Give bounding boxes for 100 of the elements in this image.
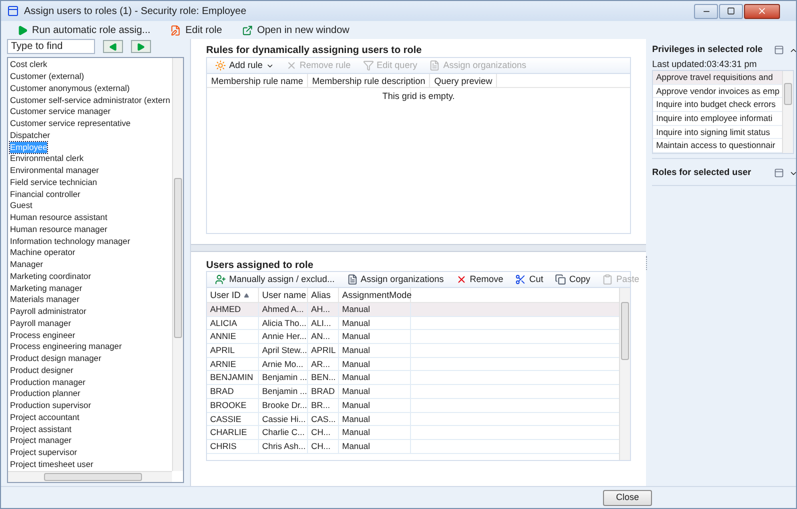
role-list-item[interactable]: Payroll administrator <box>10 306 86 318</box>
table-cell: Alicia Tho... <box>259 316 308 330</box>
role-list-item[interactable]: Marketing coordinator <box>10 270 91 282</box>
toolbar-button[interactable]: Manually assign / exclud... <box>215 272 335 286</box>
column-header[interactable]: Query preview <box>430 74 498 87</box>
toolbar-button[interactable]: Cut <box>515 272 544 286</box>
grid-row[interactable]: BROOKE Brooke Dr... BR... Manual <box>207 398 620 412</box>
toolbar-button[interactable]: Remove <box>456 272 504 286</box>
privilege-list-item[interactable]: Maintain access to questionnair <box>653 139 782 153</box>
table-cell: CHRIS <box>207 440 260 453</box>
role-list-item[interactable]: Project accountant <box>10 412 80 423</box>
table-cell: Manual <box>339 371 412 384</box>
table-cell: BR... <box>308 398 340 412</box>
table-cell: Manual <box>339 412 412 426</box>
document-edit-icon <box>170 24 182 36</box>
grid-row[interactable]: ANNIE Annie Her... AN... Manual <box>207 330 620 344</box>
vertical-scrollbar[interactable] <box>782 71 794 153</box>
role-list-item[interactable]: Human resource assistant <box>10 212 108 224</box>
previous-button[interactable] <box>103 40 123 53</box>
column-header[interactable]: Membership rule name <box>207 74 308 87</box>
close-dialog-button[interactable]: Close <box>603 490 652 506</box>
role-list-item[interactable]: Customer (external) <box>10 71 84 82</box>
toolbar-button[interactable]: Open in new window <box>242 22 350 38</box>
grid-row[interactable]: CASSIE Cassie Hi... CAS... Manual <box>207 412 620 426</box>
role-list-item[interactable]: Project assistant <box>10 424 72 435</box>
empty-grid-message: This grid is empty. <box>382 90 455 103</box>
search-field[interactable]: Type to find <box>7 39 95 54</box>
column-header[interactable]: AssignmentMode <box>339 288 412 302</box>
role-list-item[interactable]: Dispatcher <box>10 130 50 141</box>
role-list-item[interactable]: Customer service manager <box>10 106 111 118</box>
role-list-item[interactable]: Production manager <box>10 376 86 388</box>
role-list-item[interactable]: Production planner <box>10 388 80 400</box>
role-list-item[interactable]: Materials manager <box>10 294 80 306</box>
maximize-button[interactable] <box>719 4 743 18</box>
role-list-item[interactable]: Manager <box>10 259 44 270</box>
role-list-item[interactable]: Environmental manager <box>10 165 99 176</box>
toolbar-button[interactable]: Edit role <box>170 22 222 38</box>
table-cell: ALICIA <box>207 316 260 330</box>
table-cell: APRIL <box>308 344 340 357</box>
role-list-item[interactable]: Financial controller <box>10 188 80 200</box>
role-list-item[interactable]: Product design manager <box>10 353 102 364</box>
role-list-item[interactable]: Machine operator <box>10 247 76 258</box>
role-list-item[interactable]: Project supervisor <box>10 447 78 458</box>
column-header[interactable]: Alias <box>308 288 340 302</box>
toolbar-button[interactable]: Run automatic role assig... <box>17 22 150 38</box>
table-cell: Manual <box>339 344 412 357</box>
grid-row[interactable]: APRIL April Stew... APRIL Manual <box>207 344 620 358</box>
table-cell: CH... <box>308 426 340 439</box>
table-cell: Chris Ash... <box>259 440 308 453</box>
grid-row[interactable]: AHMED Ahmed A... AH... Manual <box>207 303 620 317</box>
privilege-list-item[interactable]: Approve travel requisitions and <box>653 71 782 85</box>
role-list-item[interactable]: Customer anonymous (external) <box>10 82 130 94</box>
role-list-item[interactable]: Project manager <box>10 435 72 446</box>
column-header[interactable]: Membership rule description <box>308 74 430 87</box>
role-list-item[interactable]: Information technology manager <box>10 236 130 247</box>
table-cell: AH... <box>308 303 340 316</box>
next-button[interactable] <box>131 40 151 53</box>
grid-row[interactable]: BENJAMIN Benjamin ... BEN... Manual <box>207 371 620 386</box>
role-list-item[interactable]: Guest <box>10 200 32 212</box>
grid-row[interactable]: BRAD Benjamin ... BRAD Manual <box>207 385 620 399</box>
role-list-item[interactable]: Payroll manager <box>10 318 71 329</box>
section-heading: Rules for dynamically assigning users to role <box>206 44 423 57</box>
close-button[interactable] <box>744 4 780 18</box>
x-icon <box>286 60 297 71</box>
horizontal-scrollbar[interactable] <box>8 471 172 482</box>
panel-icon <box>774 45 784 55</box>
role-list-item[interactable]: Process engineering manager <box>10 341 122 352</box>
table-cell: CAS... <box>308 412 340 426</box>
toolbar-button[interactable]: Assign organizations <box>346 272 444 286</box>
role-list-item[interactable]: Process engineer <box>10 330 76 341</box>
role-list-item[interactable]: Environmental clerk <box>10 153 84 164</box>
table-cell: Manual <box>339 440 412 453</box>
vertical-scrollbar[interactable] <box>172 58 184 471</box>
column-header[interactable]: User ID <box>207 288 260 302</box>
panel-heading: Roles for selected user <box>652 166 752 180</box>
copy-icon <box>555 274 566 285</box>
app-icon <box>7 5 19 17</box>
role-list-item[interactable]: Human resource manager <box>10 224 108 235</box>
role-list-item[interactable]: Cost clerk <box>10 59 48 70</box>
table-cell: ARNIE <box>207 358 260 370</box>
role-list-item[interactable]: Production supervisor <box>10 400 91 412</box>
grid-row[interactable]: ARNIE Arnie Mo... AR... Manual <box>207 358 620 372</box>
role-list-item[interactable]: Customer self-service administrator (extern <box>10 94 170 106</box>
column-header[interactable]: User name <box>259 288 308 302</box>
table-cell: BEN... <box>308 371 340 384</box>
role-list-item[interactable]: Marketing manager <box>10 282 82 294</box>
sort-icon <box>244 292 249 298</box>
toolbar-button[interactable]: Copy <box>555 272 590 286</box>
role-list-item[interactable]: Customer service representative <box>10 118 131 130</box>
table-cell: Manual <box>339 303 412 316</box>
grid-row[interactable]: CHRIS Chris Ash... CH... Manual <box>207 440 620 454</box>
role-list-item[interactable]: Field service technician <box>10 176 98 188</box>
table-cell: BRAD <box>308 385 340 398</box>
toolbar-button[interactable]: Add rule <box>215 58 274 72</box>
role-list-item[interactable]: Product designer <box>10 364 74 376</box>
grid-row[interactable]: ALICIA Alicia Tho... ALI... Manual <box>207 316 620 330</box>
table-cell: BRAD <box>207 385 260 398</box>
role-list-item[interactable]: Project timesheet user <box>10 458 94 470</box>
grid-row[interactable]: CHARLIE Charlie C... CH... Manual <box>207 426 620 440</box>
vertical-scrollbar[interactable] <box>619 288 630 460</box>
